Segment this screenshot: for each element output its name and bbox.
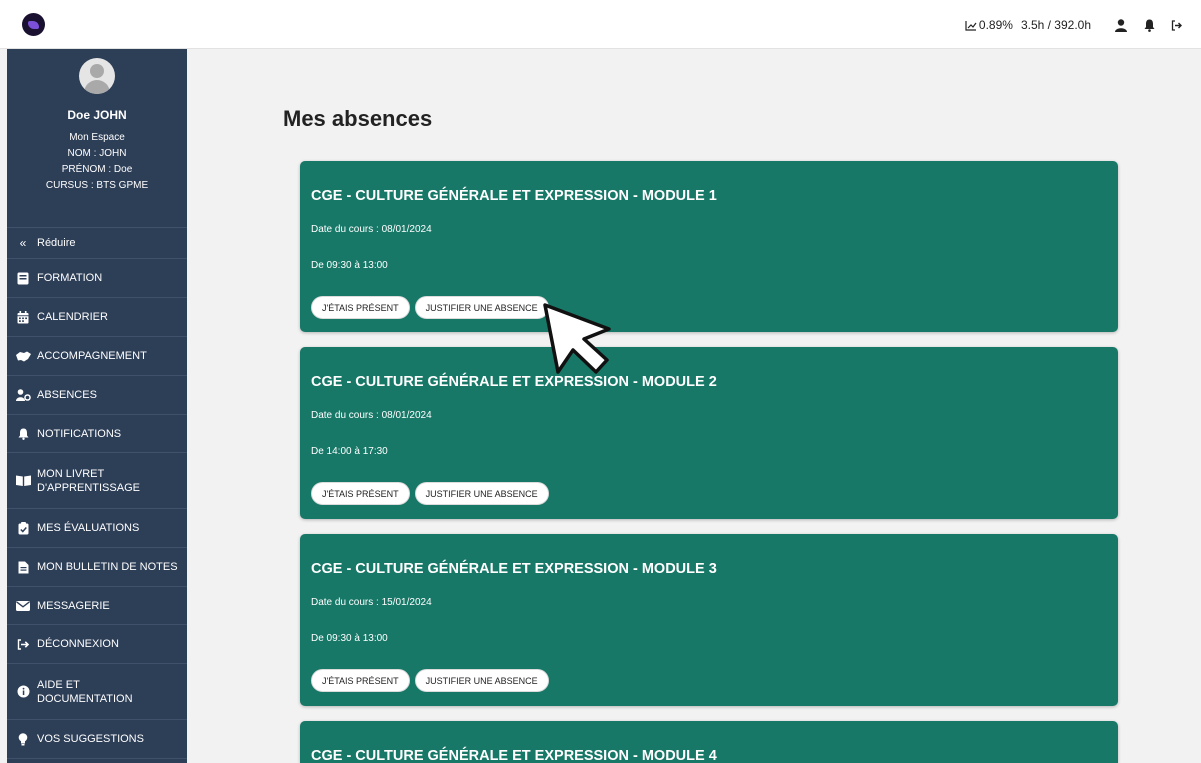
lightbulb-icon (15, 731, 31, 747)
sidebar-item-label: DÉCONNEXION (37, 638, 119, 650)
sidebar-item-label: CALENDRIER (37, 311, 108, 323)
sidebar-item-label: MON BULLETIN DE NOTES (37, 561, 178, 573)
course-title: CGE - CULTURE GÉNÉRALE ET EXPRESSION - M… (311, 188, 717, 204)
sidebar-item-evaluations[interactable]: MES ÉVALUATIONS (7, 509, 187, 548)
sidebar-item-accompagnement[interactable]: ACCOMPAGNEMENT (7, 337, 187, 376)
sidebar-item-formation[interactable]: FORMATION (7, 259, 187, 298)
page-title: Mes absences (283, 106, 433, 131)
profile-nom: NOM : JOHN (67, 148, 127, 159)
sidebar-item-bulletin[interactable]: MON BULLETIN DE NOTES (7, 548, 187, 587)
sidebar-item-suggestions[interactable]: VOS SUGGESTIONS (7, 720, 187, 759)
justify-absence-button[interactable]: JUSTIFIER UNE ABSENCE (414, 296, 549, 319)
sidebar-item-label: ABSENCES (37, 389, 97, 401)
absence-card: CGE - CULTURE GÉNÉRALE ET EXPRESSION - M… (300, 347, 1118, 519)
sidebar-item-aide[interactable]: AIDE ET DOCUMENTATION (7, 664, 187, 720)
sidebar-item-calendrier[interactable]: CALENDRIER (7, 298, 187, 337)
present-button[interactable]: J'ÉTAIS PRÉSENT (311, 296, 410, 319)
absence-card: CGE - CULTURE GÉNÉRALE ET EXPRESSION - M… (300, 721, 1118, 763)
course-date: Date du cours : 15/01/2024 (311, 597, 432, 608)
book-icon (15, 270, 31, 286)
present-button[interactable]: J'ÉTAIS PRÉSENT (311, 669, 410, 692)
profile-panel: Doe JOHN Mon Espace NOM : JOHN PRÉNOM : … (7, 58, 187, 228)
sidebar-item-notifications[interactable]: NOTIFICATIONS (7, 415, 187, 453)
sidebar-item-label: AIDE ET DOCUMENTATION (37, 678, 133, 705)
sidebar-item-absences[interactable]: ABSENCES (7, 376, 187, 415)
my-space-link[interactable]: Mon Espace (7, 130, 187, 146)
sidebar-item-label: NOTIFICATIONS (37, 427, 122, 440)
profile-cursus: CURSUS : BTS GPME (45, 180, 149, 191)
sidebar: Doe JOHN Mon Espace NOM : JOHN PRÉNOM : … (7, 49, 187, 763)
progress-percent: 0.89% (978, 18, 1013, 32)
info-circle-icon (15, 684, 31, 700)
sidebar-item-label: MESSAGERIE (37, 599, 110, 612)
course-time: De 09:30 à 13:00 (311, 633, 388, 644)
sidebar-item-label: FORMATION (37, 272, 103, 284)
calendar-icon (15, 309, 31, 325)
absence-card: CGE - CULTURE GÉNÉRALE ET EXPRESSION - M… (300, 161, 1118, 332)
justify-absence-button[interactable]: JUSTIFIER UNE ABSENCE (414, 482, 549, 505)
hours-counter: 3.5h / 392.0h (1020, 18, 1091, 32)
bell-icon (15, 426, 31, 442)
chart-line-icon (965, 20, 977, 31)
sidebar-item-livret[interactable]: MON LIVRET D'APPRENTISSAGE (7, 453, 187, 509)
user-name: Doe JOHN (67, 108, 127, 122)
course-title: CGE - CULTURE GÉNÉRALE ET EXPRESSION - M… (311, 748, 717, 763)
mouse-cursor-icon (543, 303, 611, 374)
bell-icon[interactable] (1135, 15, 1163, 35)
course-title: CGE - CULTURE GÉNÉRALE ET EXPRESSION - M… (311, 561, 717, 577)
justify-absence-button[interactable]: JUSTIFIER UNE ABSENCE (414, 669, 549, 692)
course-time: De 09:30 à 13:00 (311, 260, 388, 271)
present-button[interactable]: J'ÉTAIS PRÉSENT (311, 482, 410, 505)
absence-card: CGE - CULTURE GÉNÉRALE ET EXPRESSION - M… (300, 534, 1118, 706)
logout-icon[interactable] (1163, 15, 1191, 35)
double-chevron-left-icon: « (19, 236, 27, 250)
document-icon (15, 559, 31, 575)
course-date: Date du cours : 08/01/2024 (311, 224, 432, 235)
sidebar-item-collapse[interactable]: « Réduire (7, 228, 187, 259)
avatar[interactable] (79, 58, 115, 94)
envelope-icon (15, 598, 31, 614)
course-time: De 14:00 à 17:30 (311, 446, 388, 457)
handshake-icon (15, 348, 31, 364)
user-clock-icon (15, 387, 31, 403)
logout-icon (15, 636, 31, 652)
sidebar-item-deconnexion[interactable]: DÉCONNEXION (7, 625, 187, 664)
progress-indicator: 0.89% (965, 18, 1013, 32)
sidebar-item-messagerie[interactable]: MESSAGERIE (7, 587, 187, 625)
sidebar-item-label: Réduire (37, 237, 76, 249)
top-bar: 0.89% 3.5h / 392.0h (0, 0, 1201, 49)
sidebar-item-label: MON LIVRET D'APPRENTISSAGE (37, 467, 140, 494)
clipboard-check-icon (15, 520, 31, 536)
sidebar-item-label: ACCOMPAGNEMENT (37, 350, 147, 362)
open-book-icon (15, 473, 31, 489)
top-bar-right: 0.89% 3.5h / 392.0h (965, 15, 1191, 35)
course-title: CGE - CULTURE GÉNÉRALE ET EXPRESSION - M… (311, 374, 717, 390)
sidebar-item-label: VOS SUGGESTIONS (37, 733, 144, 745)
app-logo[interactable] (22, 13, 45, 36)
user-icon[interactable] (1107, 15, 1135, 35)
sidebar-item-label: MES ÉVALUATIONS (37, 522, 140, 534)
profile-prenom: PRÉNOM : Doe (61, 164, 133, 175)
course-date: Date du cours : 08/01/2024 (311, 410, 432, 421)
